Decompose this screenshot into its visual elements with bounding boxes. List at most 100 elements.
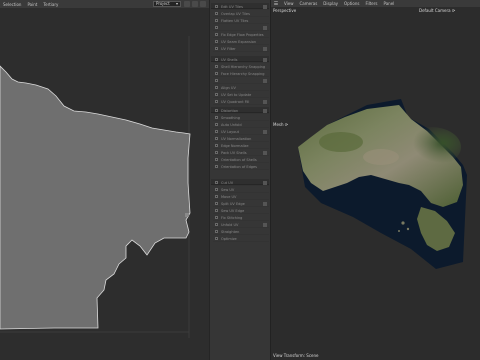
options-icon[interactable] xyxy=(263,202,267,206)
checkbox-icon[interactable] xyxy=(215,151,218,154)
options-icon[interactable] xyxy=(263,79,267,83)
checkbox-icon[interactable] xyxy=(215,137,218,140)
checkbox-icon[interactable] xyxy=(215,230,218,233)
checkbox-icon[interactable] xyxy=(215,100,218,103)
options-icon[interactable] xyxy=(263,223,267,227)
checkbox-icon[interactable] xyxy=(215,5,218,8)
menu-selection[interactable]: Selection xyxy=(0,2,24,7)
terrain-island xyxy=(401,221,405,225)
uv-tool-row[interactable] xyxy=(213,25,269,31)
uv-tool-label: Edge Normalize xyxy=(221,144,249,148)
uv-tool-row[interactable]: Unfold UV xyxy=(213,222,269,228)
uv-tool-row[interactable]: Straighten xyxy=(213,229,269,235)
uv-tool-row[interactable]: Smoothing xyxy=(213,115,269,121)
menu-cameras[interactable]: Cameras xyxy=(297,1,321,6)
checkbox-icon[interactable] xyxy=(215,26,218,29)
options-icon[interactable] xyxy=(263,26,267,30)
uv-tool-row[interactable]: Shell Hierarchy Snapping xyxy=(213,64,269,70)
uv-tool-row[interactable]: Flatten UV Tiles xyxy=(213,18,269,24)
checkbox-icon[interactable] xyxy=(215,130,218,133)
uv-tool-row[interactable]: Optimize xyxy=(213,236,269,242)
menu-view[interactable]: View xyxy=(281,1,297,6)
viewport-canvas[interactable] xyxy=(271,7,480,360)
uv-tool-row[interactable] xyxy=(213,78,269,84)
uv-tool-row[interactable]: Cut UV xyxy=(213,180,269,186)
uv-tool-row[interactable]: Auto Unfold xyxy=(213,122,269,128)
uv-tool-row[interactable]: Fix Stitching xyxy=(213,215,269,221)
uv-tool-button[interactable] xyxy=(192,1,198,7)
checkbox-icon[interactable] xyxy=(215,58,218,61)
hamburger-menu-icon[interactable]: ☰ xyxy=(271,0,281,7)
menu-panel[interactable]: Panel xyxy=(380,1,397,6)
uv-tool-row[interactable]: Edit UV Tiles xyxy=(213,4,269,10)
menu-paint[interactable]: Paint xyxy=(24,2,40,7)
checkbox-icon[interactable] xyxy=(215,209,218,212)
uv-tool-row[interactable]: Orientation of Edges xyxy=(213,164,269,170)
checkbox-icon[interactable] xyxy=(215,93,218,96)
uv-tool-row[interactable]: UV Shells xyxy=(213,57,269,63)
checkbox-icon[interactable] xyxy=(215,237,218,240)
checkbox-icon[interactable] xyxy=(215,72,218,75)
options-icon[interactable] xyxy=(263,181,267,185)
uv-tool-row[interactable]: UV Layout xyxy=(213,129,269,135)
checkbox-icon[interactable] xyxy=(215,165,218,168)
uv-tool-row[interactable]: UV Quadrant Fill xyxy=(213,99,269,105)
options-icon[interactable] xyxy=(263,109,267,113)
uv-tool-row[interactable]: Distortion xyxy=(213,108,269,114)
uv-tool-row[interactable]: Align UV xyxy=(213,85,269,91)
uv-tool-row[interactable]: UV Seam Expansion xyxy=(213,39,269,45)
checkbox-icon[interactable] xyxy=(215,216,218,219)
checkbox-icon[interactable] xyxy=(215,223,218,226)
uv-tool-row[interactable]: Fix Edge Flow Properties xyxy=(213,32,269,38)
menu-display[interactable]: Display xyxy=(320,1,341,6)
checkbox-icon[interactable] xyxy=(215,123,218,126)
uv-tool-row[interactable]: Sew UV Edge xyxy=(213,208,269,214)
checkbox-icon[interactable] xyxy=(215,158,218,161)
uv-tool-row[interactable]: Sew UV xyxy=(213,187,269,193)
checkbox-icon[interactable] xyxy=(215,181,218,184)
uv-vertex-marker[interactable] xyxy=(185,213,189,217)
uv-tool-row[interactable]: UV Normalization xyxy=(213,136,269,142)
uv-tool-label: Shell Hierarchy Snapping xyxy=(221,65,266,69)
menu-options[interactable]: Options xyxy=(341,1,362,6)
options-icon[interactable] xyxy=(263,47,267,51)
checkbox-icon[interactable] xyxy=(215,109,218,112)
options-icon[interactable] xyxy=(263,151,267,155)
checkbox-icon[interactable] xyxy=(215,195,218,198)
options-icon[interactable] xyxy=(263,58,267,62)
options-icon[interactable] xyxy=(263,130,267,134)
project-dropdown[interactable]: Project ▾ xyxy=(153,1,181,7)
checkbox-icon[interactable] xyxy=(215,116,218,119)
checkbox-icon[interactable] xyxy=(215,86,218,89)
uv-tool-row[interactable]: Split UV Edge xyxy=(213,201,269,207)
checkbox-icon[interactable] xyxy=(215,40,218,43)
view-transform-label[interactable]: View Transform: Scene xyxy=(273,353,318,358)
uv-toolkit-panel: Edit UV Tiles Overlap UV Tiles Flatten UV … xyxy=(209,0,271,360)
checkbox-icon[interactable] xyxy=(215,47,218,50)
uv-tool-row[interactable]: Orientation of Shells xyxy=(213,157,269,163)
uv-tool-row[interactable]: UV Filter xyxy=(213,46,269,52)
checkbox-icon[interactable] xyxy=(215,19,218,22)
uv-tool-button[interactable] xyxy=(184,1,190,7)
uv-tool-row[interactable]: Edge Normalize xyxy=(213,143,269,149)
checkbox-icon[interactable] xyxy=(215,12,218,15)
uv-tool-row[interactable]: Move UV xyxy=(213,194,269,200)
uv-canvas[interactable] xyxy=(0,8,209,360)
camera-label[interactable]: Default Camera ⟳ xyxy=(419,8,455,13)
menu-tertiary[interactable]: Tertiary xyxy=(40,2,61,7)
uv-tool-row[interactable]: UV Set to Update xyxy=(213,92,269,98)
uv-tool-row[interactable]: Pack UV Shells xyxy=(213,150,269,156)
checkbox-icon[interactable] xyxy=(215,188,218,191)
uv-tool-button[interactable] xyxy=(200,1,206,7)
uv-shell[interactable] xyxy=(0,65,191,330)
checkbox-icon[interactable] xyxy=(215,33,218,36)
checkbox-icon[interactable] xyxy=(215,202,218,205)
menu-filters[interactable]: Filters xyxy=(362,1,380,6)
uv-tool-row[interactable]: Face Hierarchy Snapping xyxy=(213,71,269,77)
checkbox-icon[interactable] xyxy=(215,79,218,82)
checkbox-icon[interactable] xyxy=(215,65,218,68)
options-icon[interactable] xyxy=(263,5,267,9)
options-icon[interactable] xyxy=(263,100,267,104)
checkbox-icon[interactable] xyxy=(215,144,218,147)
uv-tool-row[interactable]: Overlap UV Tiles xyxy=(213,11,269,17)
